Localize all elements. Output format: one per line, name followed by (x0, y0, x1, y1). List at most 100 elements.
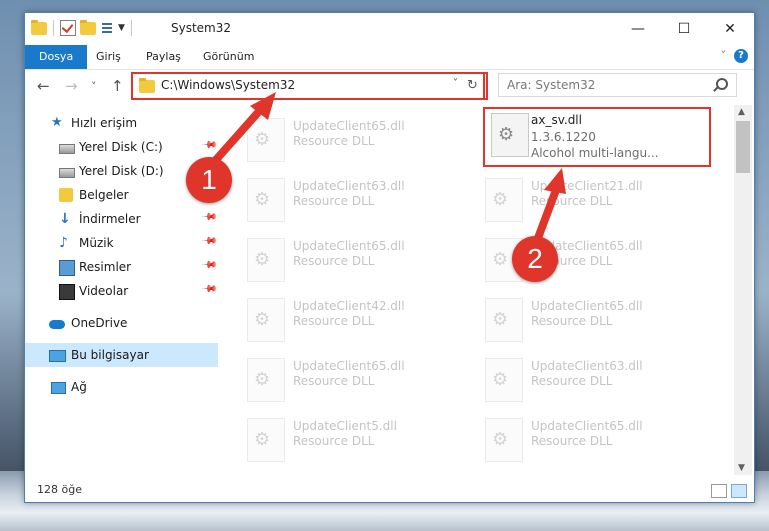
file-type: Resource DLL (531, 374, 613, 388)
file-item[interactable]: UpdateClient65.dll Resource DLL (475, 411, 711, 463)
tab-share[interactable]: Paylaş (146, 45, 181, 69)
file-description: Alcohol multi-langu... (531, 146, 659, 160)
file-item[interactable]: UpdateClient65.dll Resource DLL (237, 351, 473, 403)
star-icon: ★ (51, 115, 63, 130)
music-icon: ♪ (59, 235, 68, 251)
search-input[interactable]: Ara: System32 (507, 78, 595, 92)
item-count: 128 öğe (37, 483, 82, 496)
address-path[interactable]: C:\Windows\System32 (161, 78, 295, 92)
file-type: Resource DLL (293, 434, 375, 448)
file-explorer-window: ▼ System32 — ☐ ✕ Dosya Giriş Paylaş Görü… (24, 12, 755, 503)
tab-file[interactable]: Dosya (25, 45, 88, 69)
file-name: UpdateClient63.dll (531, 359, 643, 373)
annotation-badge-2: 2 (512, 236, 558, 282)
pin-icon[interactable]: 📌 (201, 137, 218, 154)
file-item[interactable]: UpdateClient65.dll Resource DLL (475, 291, 711, 343)
sidebar-item-label: Yerel Disk (D:) (79, 164, 164, 178)
sidebar-item-downloads[interactable]: ↓ İndirmeler 📌 (25, 207, 218, 231)
dll-file-icon (247, 118, 285, 162)
help-icon[interactable]: ? (734, 49, 748, 63)
search-box[interactable]: Ara: System32 (498, 73, 737, 97)
file-type: Resource DLL (531, 194, 613, 208)
sidebar-item-network[interactable]: Ağ (25, 375, 218, 399)
close-button[interactable]: ✕ (707, 13, 753, 45)
download-icon: ↓ (59, 211, 71, 227)
maximize-button[interactable]: ☐ (661, 13, 707, 45)
pin-icon[interactable]: 📌 (201, 257, 218, 274)
pin-icon[interactable]: 📌 (201, 281, 218, 298)
recent-locations-button[interactable]: ˅ (91, 80, 97, 93)
search-icon[interactable] (716, 78, 728, 90)
chevron-down-icon[interactable]: ˅ (721, 49, 727, 62)
dll-file-icon (485, 298, 523, 342)
file-list: UpdateClient65.dll Resource DLL UpdateCl… (237, 105, 734, 475)
forward-button[interactable]: → (65, 77, 78, 95)
new-folder-icon[interactable] (80, 19, 96, 35)
ribbon: Dosya Giriş Paylaş Görünüm ˅ ? (25, 45, 754, 70)
tiles-view-icon[interactable] (731, 484, 747, 498)
sidebar-item-label: Bu bilgisayar (71, 348, 149, 362)
documents-icon (59, 188, 73, 202)
file-type: Resource DLL (293, 374, 375, 388)
address-dropdown-icon[interactable]: ˅ (453, 78, 458, 89)
properties-check-icon[interactable] (60, 20, 76, 36)
back-button[interactable]: ← (37, 77, 50, 95)
file-name: ax_sv.dll (531, 113, 582, 127)
toolbar-dropdown-icon[interactable]: ▼ (118, 23, 125, 33)
dll-file-icon (491, 113, 529, 157)
sidebar-item-quick-access[interactable]: ★ Hızlı erişim (25, 111, 218, 135)
address-bar[interactable]: C:\Windows\System32 ˅ (131, 72, 488, 100)
dll-file-icon (247, 238, 285, 282)
pin-icon[interactable]: 📌 (201, 209, 218, 226)
sidebar-item-local-disk-c[interactable]: Yerel Disk (C:) 📌 (25, 135, 218, 159)
tab-home[interactable]: Giriş (96, 45, 121, 69)
file-item[interactable]: UpdateClient21.dll Resource DLL (475, 171, 711, 223)
sidebar-item-label: Hızlı erişim (71, 116, 138, 130)
file-item[interactable]: UpdateClient5.dll Resource DLL (237, 411, 473, 463)
file-name: UpdateClient65.dll (531, 299, 643, 313)
up-button[interactable]: ↑ (111, 77, 124, 95)
details-view-icon[interactable] (711, 484, 727, 498)
scroll-up-icon[interactable]: ▲ (738, 107, 745, 117)
sidebar-item-this-pc[interactable]: Bu bilgisayar (25, 343, 218, 367)
file-item[interactable]: UpdateClient65.dll Resource DLL (475, 231, 711, 283)
file-type: Resource DLL (531, 434, 613, 448)
dll-file-icon (247, 178, 285, 222)
vertical-scrollbar[interactable]: ▲ ▼ (734, 105, 752, 475)
dll-file-icon (247, 358, 285, 402)
file-name: UpdateClient42.dll (293, 299, 405, 313)
computer-icon (49, 350, 66, 362)
file-type: Resource DLL (531, 314, 613, 328)
refresh-button[interactable]: ↻ (462, 72, 485, 100)
tab-view[interactable]: Görünüm (203, 45, 254, 69)
sidebar-item-onedrive[interactable]: OneDrive (25, 311, 218, 335)
file-item[interactable]: UpdateClient42.dll Resource DLL (237, 291, 473, 343)
sidebar-item-label: Müzik (79, 236, 114, 250)
file-type: Resource DLL (293, 194, 375, 208)
file-item[interactable]: UpdateClient63.dll Resource DLL (475, 351, 711, 403)
sidebar-item-videos[interactable]: Videolar 📌 (25, 279, 218, 303)
sidebar-item-pictures[interactable]: Resimler 📌 (25, 255, 218, 279)
file-item[interactable]: UpdateClient65.dll Resource DLL (237, 111, 473, 163)
customize-toolbar-icon[interactable] (100, 21, 114, 35)
sidebar-item-label: OneDrive (71, 316, 128, 330)
scroll-down-icon[interactable]: ▼ (738, 463, 745, 473)
file-item[interactable]: UpdateClient65.dll Resource DLL (237, 231, 473, 283)
scrollbar-thumb[interactable] (736, 121, 750, 173)
file-name: UpdateClient65.dll (293, 239, 405, 253)
dll-file-icon (485, 418, 523, 462)
dll-file-icon (485, 358, 523, 402)
file-item-ax-sv-dll[interactable]: ax_sv.dll 1.3.6.1220 Alcohol multi-langu… (483, 107, 711, 167)
file-version: 1.3.6.1220 (531, 130, 596, 144)
cloud-icon (49, 320, 65, 329)
sidebar-item-label: Yerel Disk (C:) (79, 140, 163, 154)
minimize-button[interactable]: — (615, 13, 661, 45)
file-type: Resource DLL (293, 134, 375, 148)
sidebar-item-label: Belgeler (79, 188, 129, 202)
pin-icon[interactable]: 📌 (201, 233, 218, 250)
folder-icon (139, 78, 155, 93)
sidebar-item-music[interactable]: ♪ Müzik 📌 (25, 231, 218, 255)
folder-icon (31, 19, 47, 35)
file-item[interactable]: UpdateClient63.dll Resource DLL (237, 171, 473, 223)
dll-file-icon (485, 178, 523, 222)
